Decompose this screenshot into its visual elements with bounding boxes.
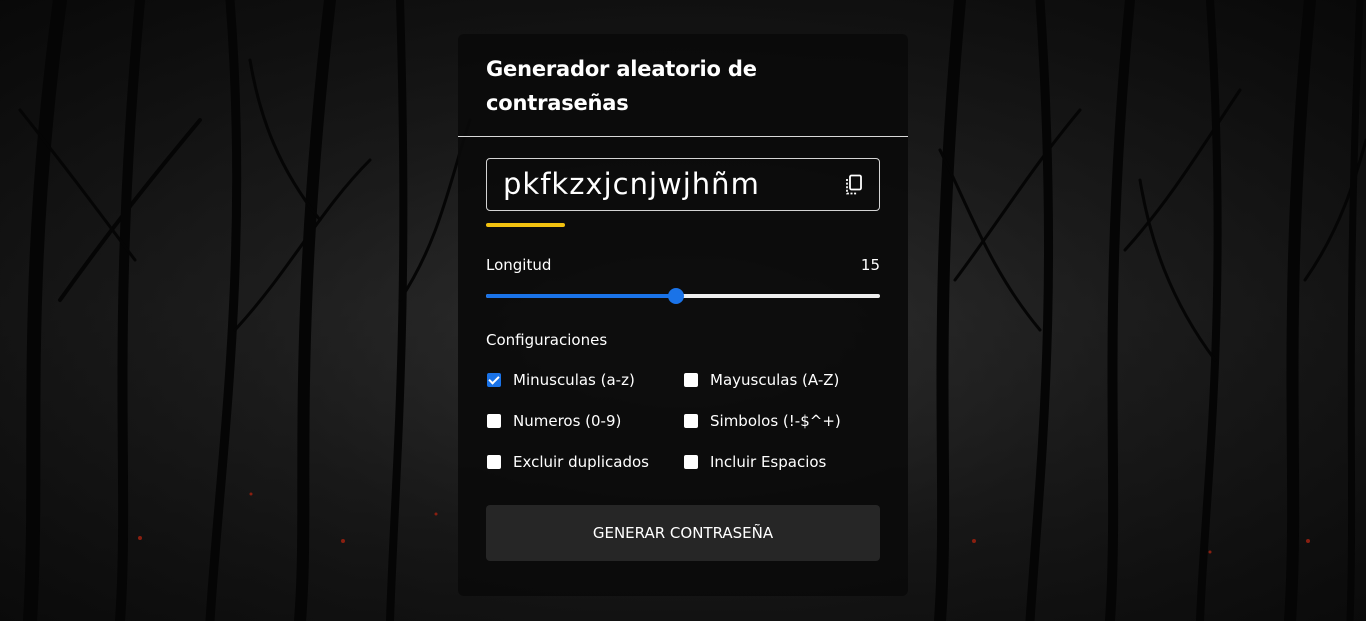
copy-icon[interactable] — [845, 174, 863, 196]
settings-options: Minusculas (a-z) Mayusculas (A-Z) Numero… — [486, 370, 880, 472]
numbers-checkbox[interactable] — [487, 414, 501, 428]
option-label: Mayusculas (A-Z) — [710, 371, 840, 389]
option-label: Excluir duplicados — [513, 453, 649, 471]
option-label: Numeros (0-9) — [513, 412, 622, 430]
length-value: 15 — [860, 256, 880, 274]
option-numbers[interactable]: Numeros (0-9) — [486, 411, 683, 431]
password-generator-card: Generador aleatorio de contraseñas pkfkz… — [458, 34, 908, 596]
slider-thumb[interactable] — [668, 288, 684, 304]
length-label: Longitud — [486, 256, 552, 274]
option-exclude-duplicates[interactable]: Excluir duplicados — [486, 452, 683, 472]
lowercase-checkbox[interactable] — [487, 373, 501, 387]
password-display: pkfkzxjcnjwjhñm — [486, 158, 880, 211]
length-row: Longitud 15 — [486, 256, 880, 274]
password-text[interactable]: pkfkzxjcnjwjhñm — [503, 167, 760, 201]
card-title: Generador aleatorio de contraseñas — [486, 57, 757, 115]
card-body: pkfkzxjcnjwjhñm Longitud 15 Configuracio… — [458, 137, 908, 561]
slider-fill — [486, 294, 676, 298]
option-uppercase[interactable]: Mayusculas (A-Z) — [683, 370, 880, 390]
exclude-duplicates-checkbox[interactable] — [487, 455, 501, 469]
option-symbols[interactable]: Simbolos (!-$^+) — [683, 411, 880, 431]
option-label: Simbolos (!-$^+) — [710, 412, 841, 430]
include-spaces-checkbox[interactable] — [684, 455, 698, 469]
strength-indicator — [486, 223, 565, 227]
option-include-spaces[interactable]: Incluir Espacios — [683, 452, 880, 472]
generate-password-button[interactable]: GENERAR CONTRASEÑA — [486, 505, 880, 561]
symbols-checkbox[interactable] — [684, 414, 698, 428]
settings-label: Configuraciones — [486, 331, 608, 349]
option-label: Incluir Espacios — [710, 453, 827, 471]
option-lowercase[interactable]: Minusculas (a-z) — [486, 370, 683, 390]
option-label: Minusculas (a-z) — [513, 371, 635, 389]
uppercase-checkbox[interactable] — [684, 373, 698, 387]
length-slider[interactable] — [486, 288, 880, 304]
